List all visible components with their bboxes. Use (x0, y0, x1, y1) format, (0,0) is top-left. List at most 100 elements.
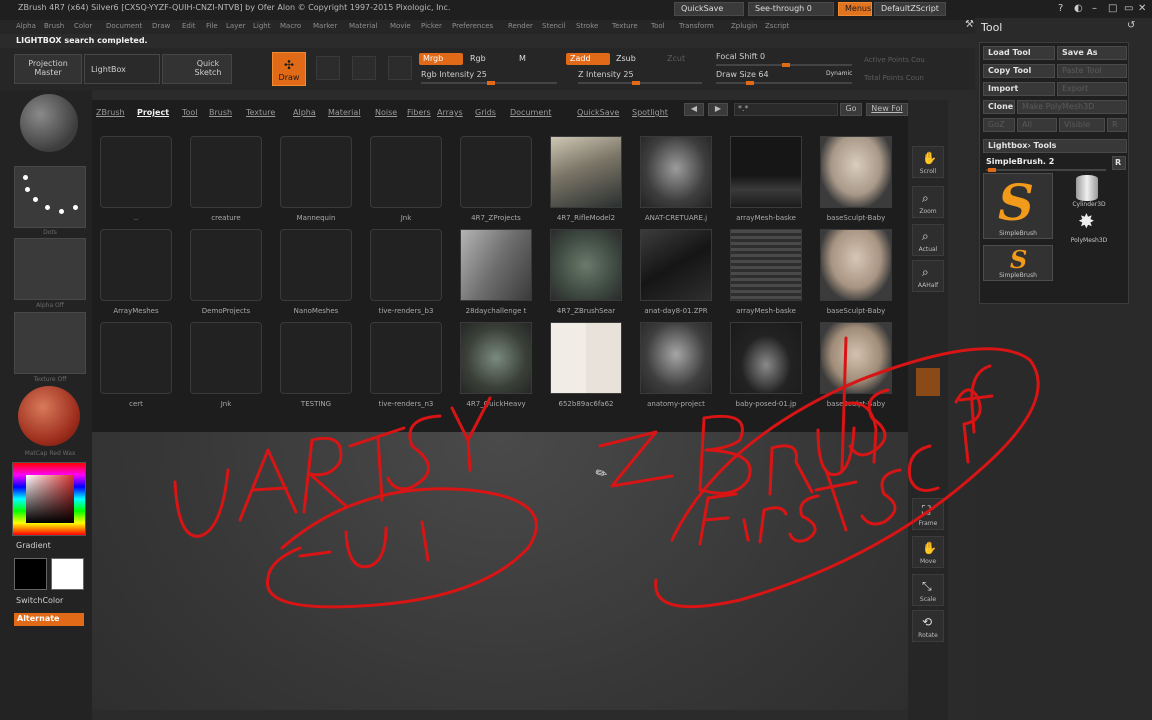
menu-item-zscript[interactable]: Zscript (765, 22, 789, 30)
see-through-slider[interactable]: See-through 0 (748, 2, 834, 16)
rotate-mode-icon[interactable] (388, 56, 412, 80)
alternate-toggle[interactable]: Alternate (14, 613, 84, 626)
z-intensity-slider[interactable] (578, 81, 702, 85)
color-saturation-square[interactable] (26, 475, 74, 523)
lightbox-item[interactable]: .. (96, 136, 176, 226)
menu-item-movie[interactable]: Movie (390, 22, 411, 30)
menu-item-stroke[interactable]: Stroke (576, 22, 598, 30)
menu-item-file[interactable]: File (206, 22, 218, 30)
lightbox-item[interactable]: Jnk (186, 322, 266, 412)
move-button[interactable]: ✋ Move (912, 536, 944, 568)
save-as-button[interactable]: Save As (1057, 46, 1127, 60)
zsub-toggle[interactable]: Zsub (612, 53, 640, 65)
make-polymesh-button[interactable]: Make PolyMesh3D (1017, 100, 1127, 114)
goz-r-button[interactable]: R (1107, 118, 1127, 132)
minimize-icon[interactable]: – (1092, 3, 1097, 14)
lightbox-new-folder-button[interactable]: New Fol (866, 103, 908, 116)
lightbox-item[interactable]: 652b89ac6fa62 (546, 322, 626, 412)
lightbox-item[interactable]: 4R7_RifleModel2 (546, 136, 626, 226)
lightbox-tab-alpha[interactable]: Alpha (293, 108, 316, 117)
goz-all-button[interactable]: All (1017, 118, 1057, 132)
menu-item-preferences[interactable]: Preferences (452, 22, 493, 30)
lightbox-item[interactable]: arrayMesh-baske (726, 229, 806, 319)
lightbox-button[interactable]: LightBox (84, 54, 160, 84)
lightbox-item[interactable]: anat-day8-01.ZPR (636, 229, 716, 319)
lightbox-item[interactable]: NanoMeshes (276, 229, 356, 319)
move-mode-icon[interactable] (316, 56, 340, 80)
scale-mode-icon[interactable] (352, 56, 376, 80)
gradient-toggle[interactable]: Gradient (16, 541, 51, 550)
menu-item-stencil[interactable]: Stencil (542, 22, 566, 30)
close-icon[interactable]: ✕ (1138, 3, 1146, 14)
lightbox-tab-texture[interactable]: Texture (246, 108, 275, 117)
menu-item-render[interactable]: Render (508, 22, 533, 30)
quick-sketch-button[interactable]: Quick Sketch (162, 54, 232, 84)
maximize-icon[interactable]: ▭ (1124, 3, 1133, 14)
tool-thumb-simplebrush-small[interactable]: S SimpleBrush (983, 245, 1053, 281)
lightbox-search-input[interactable]: *.* (734, 103, 838, 116)
lightbox-item[interactable]: baseSculpt-Baby (816, 229, 896, 319)
lightbox-tab-grids[interactable]: Grids (475, 108, 496, 117)
lightbox-tools-button[interactable]: Lightbox› Tools (983, 139, 1127, 153)
lightbox-item[interactable]: baseSculpt-Baby (816, 322, 896, 412)
quicksave-button[interactable]: QuickSave (674, 2, 744, 16)
draw-button[interactable]: ✣ Draw (272, 52, 306, 86)
menu-item-color[interactable]: Color (74, 22, 92, 30)
lightbox-prev-button[interactable]: ◀ (684, 103, 704, 116)
frame-button[interactable]: ⛶ Frame (912, 498, 944, 530)
stroke-thumbnail[interactable] (14, 166, 86, 228)
menu-item-tool[interactable]: Tool (651, 22, 665, 30)
mrgb-toggle[interactable]: Mrgb (419, 53, 463, 65)
menu-item-brush[interactable]: Brush (44, 22, 64, 30)
lightbox-item[interactable]: tive-renders_n3 (366, 322, 446, 412)
clone-button[interactable]: Clone (983, 100, 1015, 114)
lightbox-item[interactable]: 4R7_QuickHeavy (456, 322, 536, 412)
lightbox-tab-brush[interactable]: Brush (209, 108, 232, 117)
import-button[interactable]: Import (983, 82, 1055, 96)
lightbox-tab-project[interactable]: Project (137, 108, 169, 117)
lightbox-item[interactable]: 28daychallenge t (456, 229, 536, 319)
tool-thumb-simplebrush[interactable]: S SimpleBrush (983, 173, 1053, 239)
lightbox-item[interactable]: Jnk (366, 136, 446, 226)
lightbox-item[interactable]: 4R7_ZBrushSear (546, 229, 626, 319)
lightbox-item[interactable]: arrayMesh-baske (726, 136, 806, 226)
menu-item-document[interactable]: Document (106, 22, 142, 30)
zadd-toggle[interactable]: Zadd (566, 53, 610, 65)
menu-item-texture[interactable]: Texture (612, 22, 638, 30)
aahalf-button[interactable]: ⌕ AAHalf (912, 260, 944, 292)
rgb-toggle[interactable]: Rgb (466, 53, 490, 65)
scroll-button[interactable]: ✋ Scroll (912, 146, 944, 178)
lightbox-item[interactable]: creature (186, 136, 266, 226)
menu-item-marker[interactable]: Marker (313, 22, 337, 30)
lightbox-item[interactable]: ArrayMeshes (96, 229, 176, 319)
rgb-intensity-slider[interactable] (421, 81, 557, 85)
lightbox-tab-fibers[interactable]: Fibers (407, 108, 431, 117)
switch-color-button[interactable]: SwitchColor (16, 596, 63, 605)
menu-item-edit[interactable]: Edit (182, 22, 196, 30)
color-picker[interactable] (12, 462, 86, 536)
lightbox-item[interactable]: cert (96, 322, 176, 412)
lightbox-tab-arrays[interactable]: Arrays (437, 108, 463, 117)
lightbox-tab-material[interactable]: Material (328, 108, 361, 117)
lightbox-tab-noise[interactable]: Noise (375, 108, 397, 117)
tool-palette-header[interactable]: ⚒ Tool ↺ (965, 18, 1152, 38)
lightbox-item[interactable]: baby-posed-01.jp (726, 322, 806, 412)
lightbox-go-button[interactable]: Go (840, 103, 862, 116)
zoom-button[interactable]: ⌕ Zoom (912, 186, 944, 218)
lightbox-tab-spotlight[interactable]: Spotlight (632, 108, 668, 117)
focal-shift-slider[interactable] (716, 63, 852, 67)
menu-item-alpha[interactable]: Alpha (16, 22, 36, 30)
brush-thumbnail[interactable] (20, 94, 78, 152)
menu-item-zplugin[interactable]: Zplugin (731, 22, 757, 30)
layout-icon[interactable]: ◐ (1074, 3, 1083, 14)
menu-item-layer[interactable]: Layer (226, 22, 246, 30)
lightbox-item[interactable]: tive-renders_b3 (366, 229, 446, 319)
projection-master-button[interactable]: Projection Master (14, 54, 82, 84)
restore-icon[interactable]: □ (1108, 3, 1117, 14)
copy-tool-button[interactable]: Copy Tool (983, 64, 1055, 78)
cylinder-icon[interactable] (1076, 175, 1098, 201)
zcut-toggle[interactable]: Zcut (663, 53, 689, 65)
dynamic-toggle[interactable]: Dynamic (826, 70, 852, 77)
menu-item-material[interactable]: Material (349, 22, 377, 30)
lightbox-item[interactable]: Mannequin (276, 136, 356, 226)
